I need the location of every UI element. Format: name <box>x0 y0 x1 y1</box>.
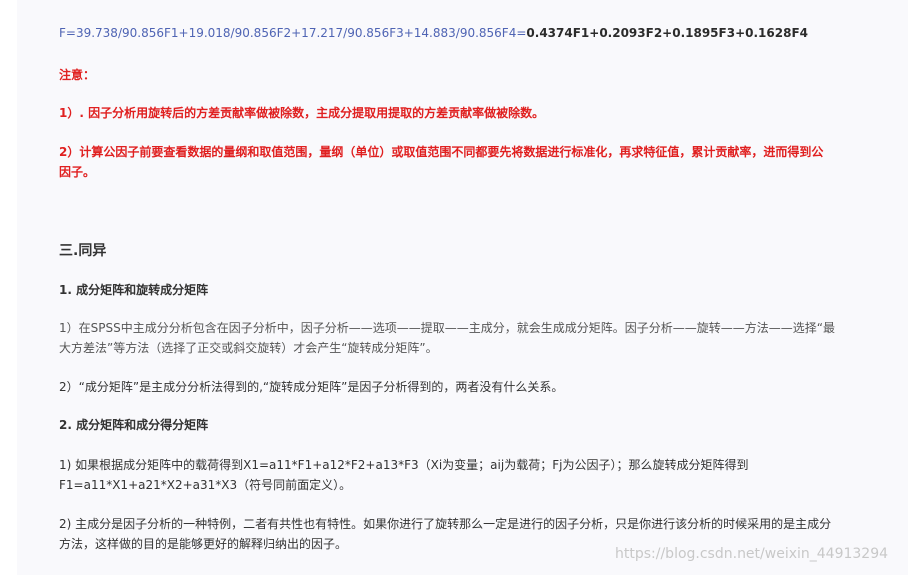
paragraph-3-line-2: F1=a11*X1+a21*X2+a31*X3（符号同前面定义）。 <box>59 478 352 492</box>
paragraph-1-line-1: 1）在SPSS中主成分分析包含在因子分析中，因子分析——选项——提取——主成分，… <box>59 321 835 335</box>
section-title: 三.同异 <box>59 243 107 259</box>
paragraph-2: 2）“成分矩阵”是主成分分析法得到的,“旋转成分矩阵”是因子分析得到的，两者没有… <box>59 380 564 394</box>
formula-line: F=39.738/90.856F1+19.018/90.856F2+17.217… <box>59 26 808 40</box>
content-panel: F=39.738/90.856F1+19.018/90.856F2+17.217… <box>17 0 908 575</box>
formula-lhs: F=39.738/90.856F1+19.018/90.856F2+17.217… <box>59 26 527 40</box>
paragraph-4-line-2: 方法，这样做的目的是能够更好的解释归纳出的因子。 <box>59 537 348 551</box>
note-title: 注意： <box>59 68 96 82</box>
formula-rhs: 0.4374F1+0.2093F2+0.1895F3+0.1628F4 <box>526 26 808 40</box>
watermark: https://blog.csdn.net/weixin_44913294 <box>615 546 889 562</box>
note-2-line-1: 2）计算公因子前要查看数据的量纲和取值范围，量纲（单位）或取值范围不同都要先将数… <box>59 145 824 159</box>
subheading-1: 1. 成分矩阵和旋转成分矩阵 <box>59 283 209 297</box>
paragraph-1-line-2: 大方差法”等方法（选择了正交或斜交旋转）才会产生“旋转成分矩阵”。 <box>59 341 438 355</box>
subheading-2: 2. 成分矩阵和成分得分矩阵 <box>59 418 209 432</box>
paragraph-4-line-1: 2) 主成分是因子分析的一种特例，二者有共性也有特性。如果你进行了旋转那么一定是… <box>59 517 832 531</box>
paragraph-3-line-1: 1) 如果根据成分矩阵中的载荷得到X1=a11*F1+a12*F2+a13*F3… <box>59 458 749 472</box>
note-1: 1）. 因子分析用旋转后的方差贡献率做被除数，主成分提取用提取的方差贡献率做被除… <box>59 106 545 120</box>
note-2-line-2: 因子。 <box>59 165 96 179</box>
